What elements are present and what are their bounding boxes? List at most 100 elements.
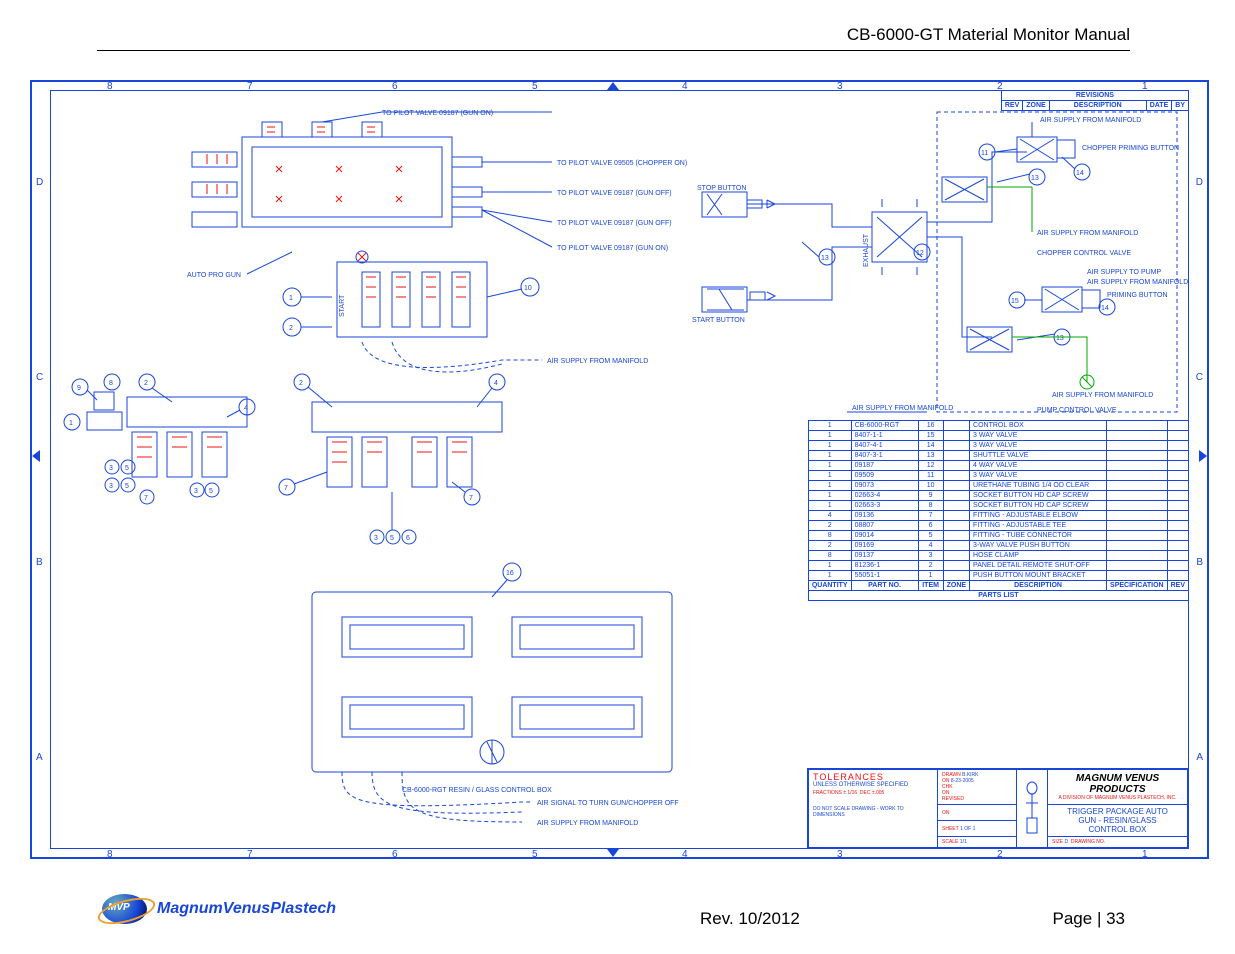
rev-hdr-date: DATE bbox=[1146, 101, 1172, 111]
label-pilot-valve-gun-on-2: TO PILOT VALVE 09187 (GUN ON) bbox=[557, 245, 668, 252]
doc-header-title: CB-6000-GT Material Monitor Manual bbox=[847, 25, 1130, 45]
svg-text:7: 7 bbox=[469, 495, 473, 502]
rev-hdr-rev: REV bbox=[1001, 101, 1022, 111]
statue-icon bbox=[1018, 778, 1046, 838]
label-pilot-valve-chopper-on: TO PILOT VALVE 09505 (CHOPPER ON) bbox=[557, 160, 687, 167]
svg-text:2: 2 bbox=[299, 380, 303, 387]
label-pilot-valve-gun-off: TO PILOT VALVE 09187 (GUN OFF) bbox=[557, 190, 672, 197]
tb-title-2: GUN - RESIN/GLASS bbox=[1052, 816, 1183, 825]
title-block: TOLERANCES UNLESS OTHERWISE SPECIFIED FR… bbox=[807, 768, 1189, 849]
label-chopper-control-valve: CHOPPER CONTROL VALVE bbox=[1037, 250, 1131, 257]
parts-row: 18407-3-113SHUTTLE VALVE bbox=[808, 451, 1188, 461]
parts-list: 1CB-6000-RGT16CONTROL BOX18407-1-1153 WA… bbox=[808, 420, 1189, 601]
label-pilot-valve-gun-off-2: TO PILOT VALVE 09187 (GUN OFF) bbox=[557, 220, 672, 227]
revisions-title: REVISIONS bbox=[1001, 91, 1188, 101]
tb-title-1: TRIGGER PACKAGE AUTO bbox=[1052, 807, 1183, 816]
tb-scale: 1/1 bbox=[960, 839, 967, 845]
tb-sheet: 1 OF 1 bbox=[960, 826, 975, 832]
revisions-block: REVISIONS REV ZONE DESCRIPTION DATE BY bbox=[1001, 90, 1189, 111]
control-box: 16 bbox=[312, 563, 672, 822]
svg-text:2: 2 bbox=[289, 325, 293, 332]
svg-text:13: 13 bbox=[821, 255, 829, 262]
pneumatic-schematic: STOP BUTTON START BUTTON EXHAUST 12 13 A… bbox=[692, 112, 1188, 414]
svg-text:8: 8 bbox=[109, 380, 113, 387]
label-pilot-valve-gun-on: TO PILOT VALVE 09187 (GUN ON) bbox=[382, 110, 493, 117]
svg-text:5: 5 bbox=[125, 483, 129, 490]
parts-row: 181236-12PANEL DETAIL REMOTE SHUT-OFF bbox=[808, 561, 1188, 571]
svg-text:3: 3 bbox=[109, 483, 113, 490]
tb-date: 8-23-2005 bbox=[951, 778, 974, 784]
label-air-supply-manifold-2: AIR SUPPLY FROM MANIFOLD bbox=[537, 820, 638, 827]
revision-text: Rev. 10/2012 bbox=[700, 909, 800, 929]
label-exhaust: EXHAUST bbox=[863, 233, 870, 267]
svg-text:11: 11 bbox=[981, 150, 988, 157]
exploded-view-right: 2 4 7 7 3 5 6 bbox=[279, 374, 505, 544]
header-rule bbox=[97, 50, 1130, 51]
tb-title-3: CONTROL BOX bbox=[1052, 825, 1183, 834]
label-air-supply-to-pump: AIR SUPPLY TO PUMP bbox=[1087, 269, 1162, 276]
brand-text: MagnumVenusPlastech bbox=[157, 900, 336, 918]
label-air-supply-manifold-1: AIR SUPPLY FROM MANIFOLD bbox=[547, 358, 648, 365]
label-priming-button: PRIMING BUTTON bbox=[1107, 292, 1168, 299]
auto-pro-gun-assembly bbox=[192, 112, 552, 247]
svg-text:12: 12 bbox=[916, 250, 924, 257]
parts-row: 1CB-6000-RGT16CONTROL BOX bbox=[808, 421, 1188, 431]
svg-text:1: 1 bbox=[69, 420, 73, 427]
rev-hdr-desc: DESCRIPTION bbox=[1049, 101, 1146, 111]
svg-text:6: 6 bbox=[406, 535, 410, 542]
label-stop-button: STOP BUTTON bbox=[697, 185, 746, 192]
svg-text:4: 4 bbox=[494, 380, 498, 387]
no-scale: DO NOT SCALE DRAWING - WORK TO DIMENSION… bbox=[813, 806, 933, 818]
parts-row: 155051-11PUSH BUTTON MOUNT BRACKET bbox=[808, 571, 1188, 581]
svg-text:16: 16 bbox=[506, 570, 514, 577]
rev-hdr-zone: ZONE bbox=[1023, 101, 1049, 111]
label-air-supply-manifold-7: AIR SUPPLY FROM MANIFOLD bbox=[1052, 392, 1153, 399]
svg-text:3: 3 bbox=[109, 465, 113, 472]
parts-row: 102663-38SOCKET BUTTON HD CAP SCREW bbox=[808, 501, 1188, 511]
svg-text:7: 7 bbox=[284, 485, 288, 492]
svg-text:5: 5 bbox=[209, 488, 213, 495]
svg-text:13: 13 bbox=[1031, 175, 1039, 182]
label-air-supply-manifold-4: AIR SUPPLY FROM MANIFOLD bbox=[1037, 230, 1138, 237]
label-auto-pro-gun: AUTO PRO GUN bbox=[187, 272, 241, 279]
svg-text:7: 7 bbox=[144, 495, 148, 502]
parts-row: 2088076FITTING - ADJUSTABLE TEE bbox=[808, 521, 1188, 531]
drawing-frame: 8 7 6 5 4 3 2 1 8 7 6 5 4 3 2 1 D C B A … bbox=[30, 80, 1209, 859]
parts-row: 4091367FITTING - ADJUSTABLE ELBOW bbox=[808, 511, 1188, 521]
mvp-globe-icon bbox=[102, 894, 147, 924]
label-chopper-priming: CHOPPER PRIMING BUTTON bbox=[1082, 145, 1179, 152]
svg-text:14: 14 bbox=[1076, 170, 1084, 177]
rev-hdr-by: BY bbox=[1172, 101, 1189, 111]
parts-row: 20916943-WAY VALVE PUSH BUTTON bbox=[808, 541, 1188, 551]
label-air-supply-manifold-6: AIR SUPPLY FROM MANIFOLD bbox=[1087, 279, 1188, 286]
page-footer: MagnumVenusPlastech Rev. 10/2012 Page | … bbox=[0, 894, 1235, 944]
svg-text:3: 3 bbox=[194, 488, 198, 495]
company-name: MAGNUM VENUS PRODUCTS bbox=[1052, 773, 1183, 795]
tolerances-label: TOLERANCES bbox=[813, 772, 933, 782]
svg-text:5: 5 bbox=[125, 465, 129, 472]
label-start-button: START BUTTON bbox=[692, 317, 745, 324]
label-air-supply-manifold-5: AIR SUPPLY FROM MANIFOLD bbox=[1040, 117, 1141, 124]
svg-text:5: 5 bbox=[390, 535, 394, 542]
svg-text:13: 13 bbox=[1056, 335, 1064, 342]
page-number: Page | 33 bbox=[1053, 909, 1125, 929]
label-start: START bbox=[339, 294, 346, 317]
svg-text:15: 15 bbox=[1011, 298, 1019, 305]
label-air-supply-manifold-3: AIR SUPPLY FROM MANIFOLD bbox=[852, 405, 953, 412]
parts-row: 8090145FITTING - TUBE CONNECTOR bbox=[808, 531, 1188, 541]
parts-row: 18407-1-1153 WAY VALVE bbox=[808, 431, 1188, 441]
parts-row: 10907310URETHANE TUBING 1/4 OD CLEAR bbox=[808, 481, 1188, 491]
parts-row: 109187124 WAY VALVE bbox=[808, 461, 1188, 471]
label-pump-control-valve: PUMP CONTROL VALVE bbox=[1037, 407, 1117, 414]
parts-row: 102663-49SOCKET BUTTON HD CAP SCREW bbox=[808, 491, 1188, 501]
start-bracket: START bbox=[337, 251, 487, 337]
parts-row: 18407-4-1143 WAY VALVE bbox=[808, 441, 1188, 451]
parts-row: 109509113 WAY VALVE bbox=[808, 471, 1188, 481]
brand-logo: MagnumVenusPlastech bbox=[102, 894, 336, 924]
svg-text:2: 2 bbox=[144, 380, 148, 387]
svg-text:3: 3 bbox=[374, 535, 378, 542]
label-control-box: CB-6000-RGT RESIN / GLASS CONTROL BOX bbox=[402, 787, 552, 794]
exploded-view-left: 9 8 2 1 4 3 5 3 5 7 3 5 bbox=[64, 374, 255, 504]
svg-text:1: 1 bbox=[289, 295, 293, 302]
svg-text:14: 14 bbox=[1101, 305, 1109, 312]
